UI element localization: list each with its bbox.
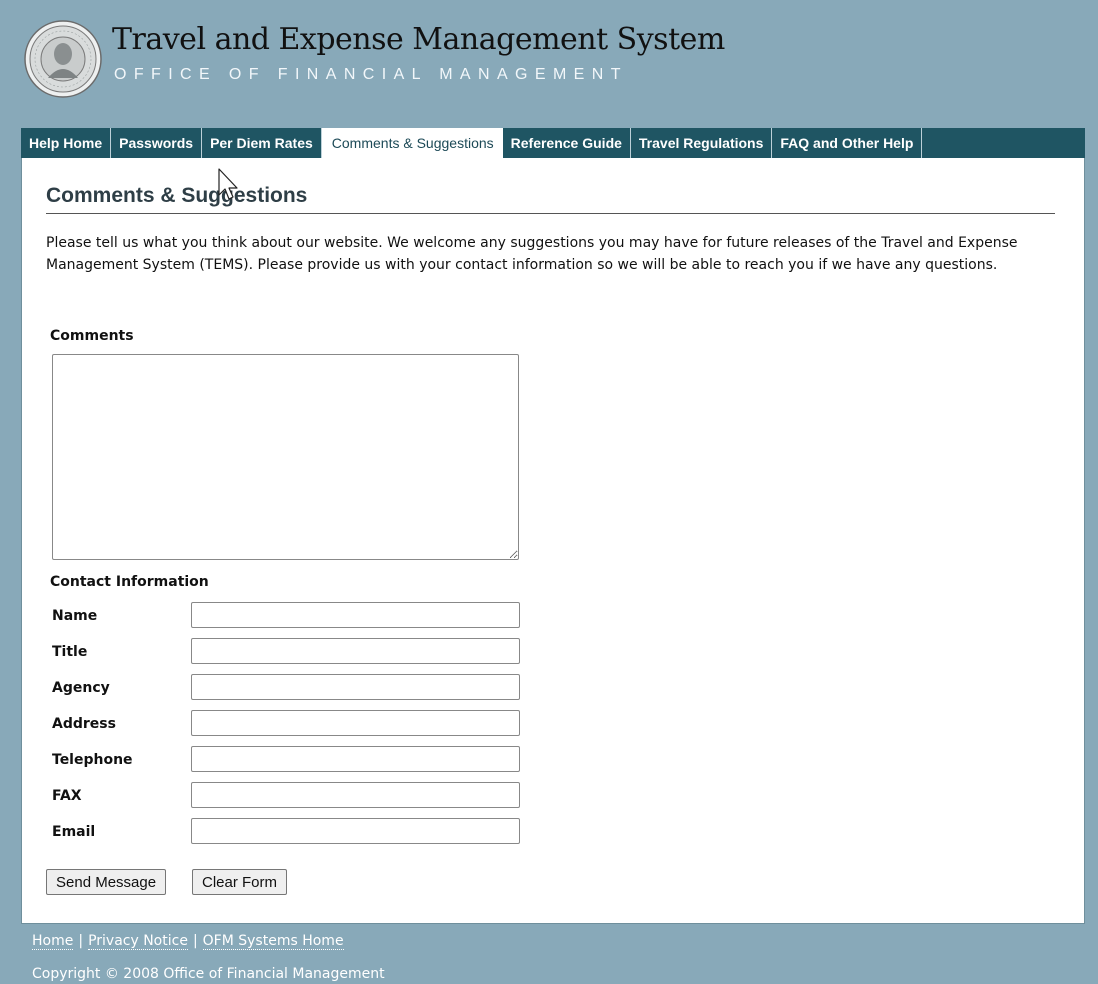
washington-state-seal-icon [24, 20, 102, 98]
footer-separator: | [78, 933, 84, 949]
main-nav: Help Home Passwords Per Diem Rates Comme… [21, 128, 1085, 158]
title-field[interactable] [191, 638, 520, 664]
mouse-pointer-icon [218, 168, 238, 200]
footer-link-home[interactable]: Home [32, 933, 74, 950]
fax-label: FAX [52, 788, 82, 804]
copyright-text: Copyright © 2008 Office of Financial Man… [32, 966, 385, 982]
tab-reference-guide[interactable]: Reference Guide [503, 128, 631, 158]
title-divider [46, 213, 1055, 214]
comments-label: Comments [50, 328, 134, 344]
content-panel: Comments & Suggestions Please tell us wh… [21, 158, 1085, 924]
contact-information-heading: Contact Information [50, 574, 209, 590]
page-header: Travel and Expense Management System OFF… [0, 0, 1098, 126]
app-title: Travel and Expense Management System [112, 22, 725, 57]
app-subtitle: OFFICE OF FINANCIAL MANAGEMENT [114, 66, 628, 83]
email-field[interactable] [191, 818, 520, 844]
tab-faq-other-help[interactable]: FAQ and Other Help [772, 128, 923, 158]
telephone-field[interactable] [191, 746, 520, 772]
footer-link-ofm-systems-home[interactable]: OFM Systems Home [202, 933, 344, 950]
intro-text: Please tell us what you think about our … [46, 235, 1018, 273]
tab-passwords[interactable]: Passwords [111, 128, 203, 158]
tab-travel-regulations[interactable]: Travel Regulations [631, 128, 773, 158]
name-label: Name [52, 608, 98, 624]
comments-textarea[interactable] [52, 354, 519, 560]
email-label: Email [52, 824, 96, 840]
agency-label: Agency [52, 680, 110, 696]
address-label: Address [52, 716, 116, 732]
address-field[interactable] [191, 710, 520, 736]
name-field[interactable] [191, 602, 520, 628]
footer-separator: | [192, 933, 198, 949]
page-title: Comments & Suggestions [46, 184, 308, 207]
agency-field[interactable] [191, 674, 520, 700]
title-label: Title [52, 644, 88, 660]
footer-link-privacy-notice[interactable]: Privacy Notice [88, 933, 188, 950]
telephone-label: Telephone [52, 752, 133, 768]
clear-form-button[interactable]: Clear Form [192, 869, 288, 895]
tab-comments-suggestions[interactable]: Comments & Suggestions [321, 128, 503, 158]
tab-help-home[interactable]: Help Home [21, 128, 112, 158]
send-message-button[interactable]: Send Message [46, 869, 167, 895]
fax-field[interactable] [191, 782, 520, 808]
footer-links: Home | Privacy Notice | OFM Systems Home [32, 933, 344, 950]
tab-per-diem-rates[interactable]: Per Diem Rates [202, 128, 322, 158]
